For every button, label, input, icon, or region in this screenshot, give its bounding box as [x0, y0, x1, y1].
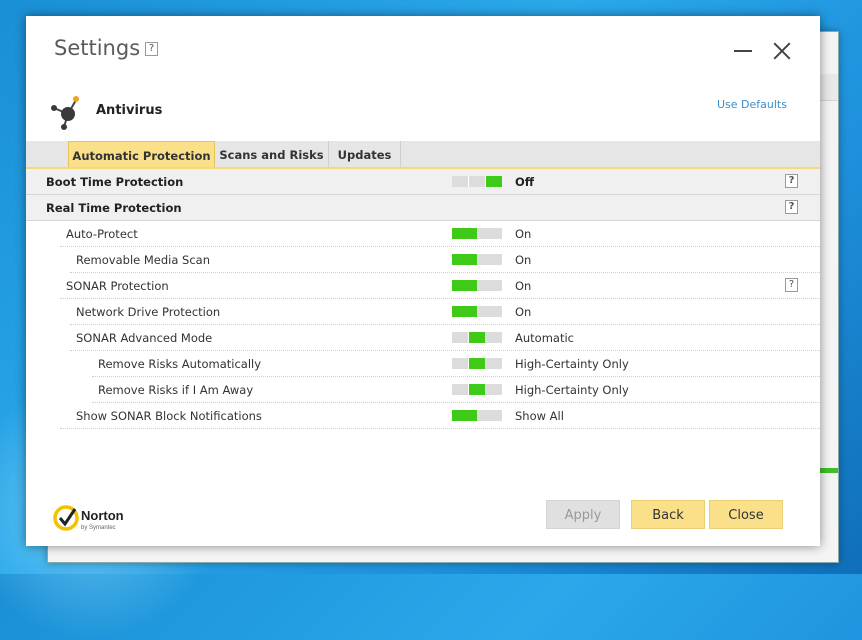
remove-risks-away-toggle[interactable] [452, 384, 502, 395]
setting-value: On [515, 279, 532, 293]
page-title: Settings [54, 36, 141, 60]
sonar-notifications-toggle[interactable] [452, 410, 502, 421]
setting-value: High-Certainty Only [515, 383, 629, 397]
setting-label: Remove Risks Automatically [98, 357, 262, 371]
setting-row-boot-time-protection: Boot Time Protection Off ? [26, 169, 820, 195]
close-window-button[interactable] [771, 40, 793, 62]
auto-protect-toggle[interactable] [452, 228, 502, 239]
setting-value: Show All [515, 409, 564, 423]
setting-value: Automatic [515, 331, 574, 345]
brand-sub: by Symantec [81, 525, 116, 531]
tab-updates[interactable]: Updates [329, 141, 401, 167]
setting-label: Boot Time Protection [46, 175, 184, 189]
setting-value: On [515, 305, 532, 319]
back-button[interactable]: Back [631, 500, 705, 529]
setting-row-removable-media-scan: Removable Media Scan On [70, 247, 820, 273]
setting-row-sonar-protection: SONAR Protection On ? [60, 273, 820, 299]
brand-name: Norton [81, 508, 124, 523]
antivirus-icon [51, 96, 79, 130]
boot-time-toggle[interactable] [452, 176, 502, 187]
setting-label: Real Time Protection [46, 201, 182, 215]
setting-label: SONAR Advanced Mode [76, 331, 213, 345]
use-defaults-link[interactable]: Use Defaults [717, 98, 787, 111]
network-drive-toggle[interactable] [452, 306, 502, 317]
removable-media-toggle[interactable] [452, 254, 502, 265]
apply-button[interactable]: Apply [546, 500, 620, 529]
minimize-button[interactable] [733, 40, 755, 62]
tab-automatic-protection[interactable]: Automatic Protection [68, 141, 215, 167]
tab-bar: Automatic Protection Scans and Risks Upd… [26, 141, 820, 167]
help-icon[interactable]: ? [785, 174, 798, 188]
sonar-protection-toggle[interactable] [452, 280, 502, 291]
close-button[interactable]: Close [709, 500, 783, 529]
setting-row-auto-protect: Auto-Protect On [60, 221, 820, 247]
setting-value: On [515, 253, 532, 267]
settings-dialog: Settings ? Antivirus Use Defaults Automa… [26, 16, 820, 546]
setting-row-network-drive-protection: Network Drive Protection On [70, 299, 820, 325]
setting-row-remove-risks-automatically: Remove Risks Automatically High-Certaint… [92, 351, 820, 377]
setting-value: Off [515, 175, 535, 189]
title-help-icon[interactable]: ? [145, 42, 158, 56]
setting-label: Show SONAR Block Notifications [76, 409, 262, 423]
setting-label: Remove Risks if I Am Away [98, 383, 254, 397]
setting-row-remove-risks-away: Remove Risks if I Am Away High-Certainty… [92, 377, 820, 403]
sonar-advanced-toggle[interactable] [452, 332, 502, 343]
settings-list: Boot Time Protection Off ? Real Time Pro… [26, 169, 820, 429]
tab-scans-and-risks[interactable]: Scans and Risks [215, 141, 329, 167]
setting-label: Auto-Protect [66, 227, 138, 241]
setting-label: Network Drive Protection [76, 305, 221, 319]
help-icon[interactable]: ? [785, 200, 798, 214]
setting-row-sonar-block-notifications: Show SONAR Block Notifications Show All [60, 403, 820, 429]
setting-label: SONAR Protection [66, 279, 169, 293]
setting-value: High-Certainty Only [515, 357, 629, 371]
setting-label: Removable Media Scan [76, 253, 211, 267]
setting-row-sonar-advanced-mode: SONAR Advanced Mode Automatic [70, 325, 820, 351]
setting-value: On [515, 227, 532, 241]
help-icon[interactable]: ? [785, 278, 798, 292]
section-title: Antivirus [96, 103, 163, 118]
remove-risks-auto-toggle[interactable] [452, 358, 502, 369]
norton-logo: Norton by Symantec [53, 505, 124, 531]
setting-row-real-time-protection: Real Time Protection ? [26, 195, 820, 221]
